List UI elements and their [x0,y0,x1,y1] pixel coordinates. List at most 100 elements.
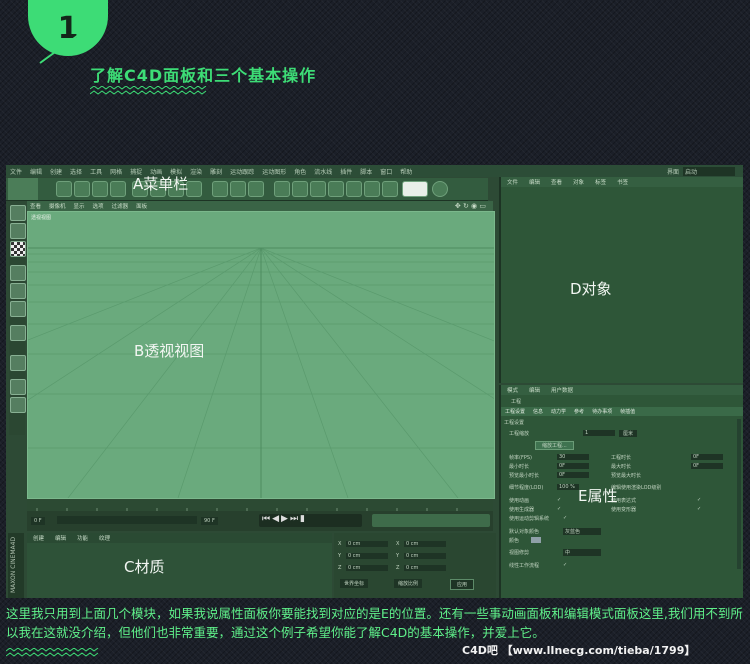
viewport-tab[interactable]: 过滤器 [112,202,129,210]
viewport-tab[interactable]: 选项 [93,202,104,210]
floor-icon[interactable] [364,181,380,197]
subdivision-icon[interactable] [310,181,326,197]
workplane-icon[interactable] [10,397,26,413]
world-coords-select[interactable]: 世界坐标 [340,579,369,588]
attr-subtab[interactable]: 参考 [574,408,584,415]
coord-x-field[interactable]: 0 cm [346,541,388,547]
attr-tab[interactable]: 编辑 [529,386,540,394]
menu-item[interactable]: 雕刻 [210,167,222,176]
viewport-nav-icons[interactable]: ✥ ↻ ◉ ▭ [455,202,486,210]
attr-row-value[interactable]: 0F [557,463,589,469]
scale-select[interactable]: 缩放比例 [394,579,423,588]
viewport-tab[interactable]: 查看 [30,202,41,210]
cube-icon[interactable] [274,181,290,197]
perspective-viewport[interactable]: 透视视图 [27,211,495,499]
attr-checkbox[interactable]: ✓ [563,515,567,521]
coord-z-field[interactable]: 0 cm [404,565,446,571]
menu-item[interactable]: 窗口 [380,167,392,176]
material-panel[interactable]: 创建 编辑 功能 纹理 [27,533,332,598]
scale-project-button[interactable]: 缩放工程... [535,441,574,450]
attr-row-value[interactable]: 100 % [557,484,579,490]
viewport-tab[interactable]: 显示 [74,202,85,210]
attr-subtab[interactable]: 待办事项 [592,408,612,415]
mat-tab[interactable]: 纹理 [99,534,110,542]
menu-item[interactable]: 文件 [10,167,22,176]
attr-row-value[interactable]: 0F [691,463,723,469]
attr-row-unit[interactable]: 厘米 [619,430,638,437]
attr-row-value[interactable]: 1 [583,430,615,436]
menu-item[interactable]: 脚本 [360,167,372,176]
frame-end-field[interactable]: 90 F [201,517,218,525]
frame-slider[interactable] [57,516,197,524]
menu-item[interactable]: 运动跟踪 [230,167,254,176]
menu-item[interactable]: 角色 [294,167,306,176]
default-color-select[interactable]: 灰蓝色 [563,528,601,535]
infinity-icon[interactable] [402,181,428,197]
menu-item[interactable]: 网格 [110,167,122,176]
coord-y-field[interactable]: 0 cm [346,553,388,559]
attr-tab[interactable]: 模式 [507,386,518,394]
attr-subtab[interactable]: 帧插值 [620,408,635,415]
frame-start-field[interactable]: 0 F [31,517,45,525]
undo-icon[interactable] [56,181,72,197]
object-tab[interactable]: 标签 [595,178,606,186]
timeline-ruler[interactable] [27,499,493,514]
render-settings-icon[interactable] [248,181,264,197]
attr-checkbox[interactable]: ✓ [563,562,567,568]
playback-controls[interactable]: ⏮◀▶⏭▮ [259,514,362,527]
tool-mode-icon[interactable] [8,178,38,200]
attr-subtab[interactable]: 信息 [533,408,543,415]
camera-icon[interactable] [382,181,398,197]
model-mode-icon[interactable] [10,205,26,221]
coord-y-field[interactable]: 0 cm [404,553,446,559]
rotate-icon[interactable] [110,181,126,197]
scale-icon[interactable] [92,181,108,197]
checker-icon[interactable] [10,241,26,257]
edge-mode-icon[interactable] [10,283,26,299]
menu-item[interactable]: 帮助 [400,167,412,176]
menu-item[interactable]: 创建 [50,167,62,176]
pen-icon[interactable] [292,181,308,197]
view-clip-select[interactable]: 中 [563,549,601,556]
render-icon[interactable] [230,181,246,197]
color-swatch[interactable] [531,537,541,543]
coord-z-field[interactable]: 0 cm [346,565,388,571]
object-tab[interactable]: 查看 [551,178,562,186]
menu-item[interactable]: 选择 [70,167,82,176]
object-tab[interactable]: 对象 [573,178,584,186]
polygon-mode-icon[interactable] [10,301,26,317]
interface-select[interactable]: 启动 [683,167,735,176]
deformer-icon[interactable] [346,181,362,197]
coord-system-icon[interactable] [186,181,202,197]
attr-subtab[interactable]: 工程设置 [505,408,525,415]
mat-tab[interactable]: 功能 [77,534,88,542]
attr-row-value[interactable]: 30 [557,454,589,460]
attr-row-value[interactable]: 0F [557,472,589,478]
move-icon[interactable] [74,181,90,197]
mat-tab[interactable]: 创建 [33,534,44,542]
object-tab[interactable]: 文件 [507,178,518,186]
snap-icon[interactable] [10,379,26,395]
render-view-icon[interactable] [212,181,228,197]
attr-checkbox[interactable]: ✓ [697,506,701,512]
attr-row-value[interactable]: 0F [691,454,723,460]
apply-button[interactable]: 应用 [450,579,475,590]
attr-scrollbar[interactable] [737,419,741,569]
array-icon[interactable] [328,181,344,197]
attr-subtab[interactable]: 动力学 [551,408,566,415]
viewport-tab[interactable]: 面板 [136,202,147,210]
attr-checkbox[interactable]: ✓ [557,506,561,512]
keyframe-buttons[interactable] [372,514,490,527]
light-icon[interactable] [432,181,448,197]
attr-tab[interactable]: 用户数据 [551,386,573,394]
attr-checkbox[interactable]: ✓ [557,497,561,503]
object-manager[interactable]: 文件 编辑 查看 对象 标签 书签 [499,177,743,383]
coord-x-field[interactable]: 0 cm [404,541,446,547]
menu-item[interactable]: 工具 [90,167,102,176]
menu-item[interactable]: 运动图形 [262,167,286,176]
texture-mode-icon[interactable] [10,223,26,239]
point-mode-icon[interactable] [10,265,26,281]
menu-item[interactable]: 插件 [340,167,352,176]
magnet-icon[interactable] [10,355,26,371]
mat-tab[interactable]: 编辑 [55,534,66,542]
